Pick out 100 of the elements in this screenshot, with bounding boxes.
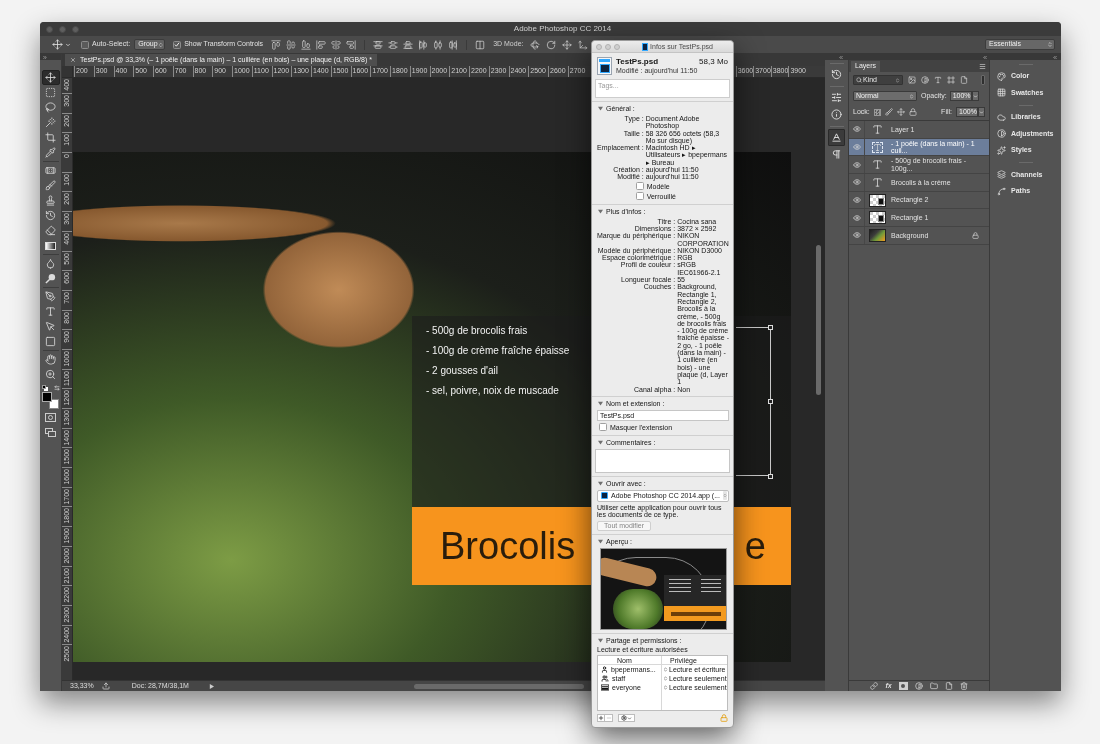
search-icon xyxy=(856,77,862,83)
app-logo-icon xyxy=(642,42,649,51)
move-icon[interactable] xyxy=(52,39,63,50)
palette-icon xyxy=(997,71,1006,81)
ingredient-text: - 100g de crème fraîche épaisse xyxy=(426,343,570,358)
distribute-left-icon[interactable] xyxy=(418,39,429,50)
orbit-icon[interactable] xyxy=(530,39,541,50)
eye-icon[interactable] xyxy=(852,178,861,187)
half-circle-icon[interactable] xyxy=(921,76,929,84)
checkbox[interactable] xyxy=(81,40,89,49)
filter-toggle[interactable] xyxy=(981,75,985,85)
trash-icon[interactable] xyxy=(959,682,968,690)
magnifier-icon xyxy=(45,369,56,380)
collapse-icon[interactable] xyxy=(1052,54,1058,60)
frame-icon[interactable] xyxy=(947,76,955,84)
checkbox[interactable] xyxy=(635,182,644,191)
scrollbar-thumb[interactable] xyxy=(816,245,821,395)
eye-icon[interactable] xyxy=(852,143,861,152)
disclosure-triangle-icon[interactable] xyxy=(598,208,603,214)
caret-icon xyxy=(972,93,978,99)
disclosure-triangle-icon[interactable] xyxy=(598,400,603,406)
distribute-middle-icon[interactable] xyxy=(388,39,399,50)
collapse-icon[interactable] xyxy=(838,54,844,60)
stepper-icon xyxy=(895,76,900,84)
rotate-icon[interactable] xyxy=(546,39,557,50)
distribute-bottom-icon[interactable] xyxy=(403,39,414,50)
collapse-icon[interactable] xyxy=(42,54,48,60)
brush-icon[interactable] xyxy=(884,108,893,116)
stacked-windows-icon[interactable] xyxy=(45,428,56,437)
circle-in-square-icon[interactable] xyxy=(898,682,908,690)
move-icon[interactable] xyxy=(896,108,905,116)
disclosure-triangle-icon[interactable] xyxy=(598,638,603,643)
checkbox[interactable] xyxy=(599,423,607,432)
comments-field[interactable] xyxy=(595,448,730,473)
eye-icon[interactable] xyxy=(852,231,861,240)
circle-in-square-icon[interactable] xyxy=(45,413,56,422)
checkbox[interactable] xyxy=(173,40,182,49)
bandage-icon xyxy=(45,165,56,176)
image-icon[interactable] xyxy=(908,76,916,84)
lasso-icon xyxy=(45,102,56,113)
collapse-icon[interactable] xyxy=(982,54,988,60)
opacity-slider-button[interactable] xyxy=(971,91,979,101)
eye-icon[interactable] xyxy=(852,125,861,134)
swap-arrows-icon[interactable] xyxy=(53,384,60,391)
eye-icon[interactable] xyxy=(852,213,861,222)
person-icon xyxy=(601,666,608,674)
columns-icon[interactable] xyxy=(475,39,486,50)
align-bottom-icon[interactable] xyxy=(301,39,312,50)
lock-icon[interactable] xyxy=(972,231,979,239)
letter-t-icon[interactable] xyxy=(934,76,942,84)
shape-thumbnail-icon xyxy=(868,193,886,207)
eye-icon[interactable] xyxy=(852,160,861,169)
panel-icon-button[interactable] xyxy=(828,106,845,123)
menu-icon[interactable] xyxy=(979,63,986,70)
disclosure-triangle-icon[interactable] xyxy=(598,539,603,544)
upload-icon[interactable] xyxy=(101,682,110,690)
eye-icon[interactable] xyxy=(852,196,861,205)
half-circle-icon[interactable] xyxy=(914,682,923,690)
scrollbar-thumb[interactable] xyxy=(413,683,584,689)
lollipop-icon xyxy=(45,273,56,284)
tool-button[interactable] xyxy=(41,70,60,85)
align-left-icon[interactable] xyxy=(316,39,327,50)
align-middle-icon[interactable] xyxy=(286,39,297,50)
add-button[interactable] xyxy=(597,714,605,723)
triangle-icon[interactable] xyxy=(208,683,214,689)
transform-handle-icon[interactable] xyxy=(768,474,773,479)
people-icon xyxy=(601,675,609,683)
foreground-swatch-icon[interactable] xyxy=(42,392,52,402)
background-swatch-icon[interactable] xyxy=(49,399,59,409)
action-menu-button[interactable] xyxy=(618,714,635,723)
fill-slider-button[interactable] xyxy=(978,107,985,117)
stepper-icon xyxy=(909,92,914,100)
page-icon[interactable] xyxy=(944,682,953,690)
link-icon[interactable] xyxy=(870,682,879,690)
history-icon xyxy=(45,210,56,221)
distribute-right-icon[interactable] xyxy=(448,39,459,50)
file-icon[interactable] xyxy=(960,76,968,84)
move-arrows-icon[interactable] xyxy=(562,39,573,50)
distribute-center-icon[interactable] xyxy=(433,39,444,50)
align-center-icon[interactable] xyxy=(331,39,342,50)
distribute-top-icon[interactable] xyxy=(373,39,384,50)
shape-thumbnail-icon xyxy=(868,211,886,225)
disclosure-triangle-icon[interactable] xyxy=(598,480,603,486)
disclosure-triangle-icon[interactable] xyxy=(598,439,603,445)
transform-handle-icon[interactable] xyxy=(768,325,773,330)
lock-icon[interactable] xyxy=(908,108,917,116)
disclosure-triangle-icon[interactable] xyxy=(598,106,603,111)
gradient-icon xyxy=(45,241,56,250)
default-colors-icon[interactable] xyxy=(41,384,48,391)
folder-icon[interactable] xyxy=(929,682,938,690)
align-top-icon[interactable] xyxy=(271,39,282,50)
banner-heading: Brocolis xyxy=(440,524,576,568)
checkerboard-icon[interactable] xyxy=(873,108,881,116)
checkbox[interactable] xyxy=(635,192,644,201)
transform-handle-icon[interactable] xyxy=(768,399,773,404)
axes-icon[interactable] xyxy=(578,39,589,50)
panel-icon-button[interactable] xyxy=(828,129,845,146)
close-icon[interactable] xyxy=(70,57,76,63)
align-right-icon[interactable] xyxy=(346,39,357,50)
dashed-square-icon xyxy=(45,87,56,98)
